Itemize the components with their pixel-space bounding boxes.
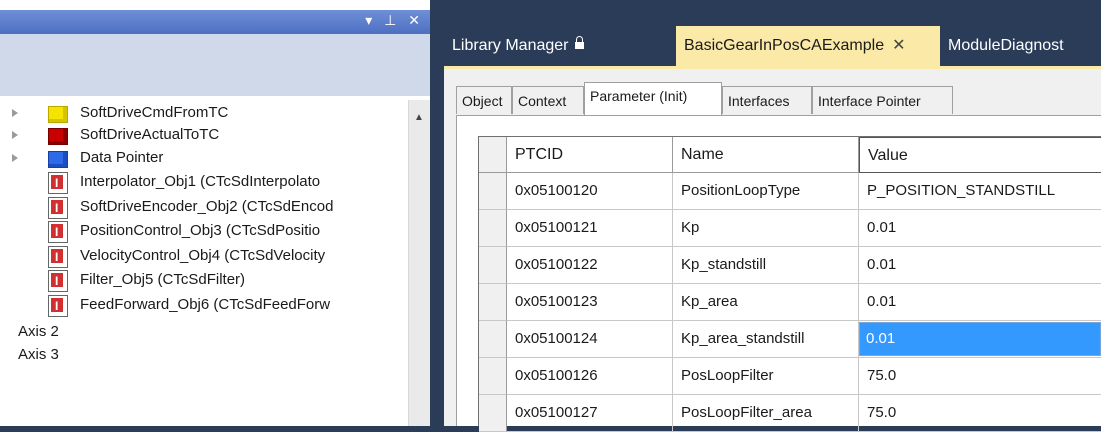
tree-item-label: Axis 2 bbox=[18, 323, 59, 340]
cell-value[interactable]: 0.01 bbox=[859, 247, 1101, 284]
tree-scrollbar[interactable] bbox=[408, 100, 430, 426]
tab-parameter-init[interactable]: Parameter (Init) bbox=[584, 82, 722, 115]
tab-label: BasicGearInPosCAExample bbox=[684, 37, 885, 54]
tab-label: Library Manager bbox=[452, 37, 569, 54]
cell-name: Kp bbox=[673, 210, 859, 247]
row-header[interactable] bbox=[479, 321, 507, 358]
tcom-object-icon bbox=[48, 246, 68, 268]
cell-ptcid: 0x05100122 bbox=[507, 247, 673, 284]
panel-title-bar: ▾ ⊥ ✕ bbox=[0, 10, 430, 34]
parameter-grid: PTCID Name Value 0x05100120 PositionLoop… bbox=[478, 136, 1101, 432]
expand-arrow-icon[interactable] bbox=[12, 131, 18, 139]
tree-item-label: Data Pointer bbox=[80, 149, 164, 166]
tree-item-label: FeedForward_Obj6 (CTcSdFeedForw bbox=[80, 296, 331, 313]
tcom-object-icon bbox=[48, 221, 68, 243]
tree-item-label: VelocityControl_Obj4 (CTcSdVelocity bbox=[80, 247, 326, 264]
tree-item-label: SoftDriveActualToTC bbox=[80, 126, 220, 143]
cell-name: Kp_area bbox=[673, 284, 859, 321]
cell-name: Kp_area_standstill bbox=[673, 321, 859, 358]
grid-corner bbox=[479, 137, 507, 173]
cell-ptcid: 0x05100127 bbox=[507, 395, 673, 432]
tree-item-label: Interpolator_Obj1 (CTcSdInterpolato bbox=[80, 173, 321, 190]
cell-value[interactable]: 0.01 bbox=[859, 284, 1101, 321]
expand-arrow-icon[interactable] bbox=[12, 154, 18, 162]
tab-context[interactable]: Context bbox=[512, 86, 584, 114]
cell-ptcid: 0x05100123 bbox=[507, 284, 673, 321]
tab-interface-pointer[interactable]: Interface Pointer bbox=[812, 86, 953, 114]
tab-interfaces[interactable]: Interfaces bbox=[722, 86, 812, 114]
tree-item-label: Axis 3 bbox=[18, 346, 59, 363]
expand-arrow-icon[interactable] bbox=[12, 109, 18, 117]
row-header[interactable] bbox=[479, 358, 507, 395]
panel-window-buttons[interactable]: ▾ ⊥ ✕ bbox=[365, 12, 424, 29]
tcom-object-icon bbox=[48, 197, 68, 219]
row-header[interactable] bbox=[479, 247, 507, 284]
yellow-box-icon bbox=[48, 106, 68, 123]
tcom-object-icon bbox=[48, 172, 68, 194]
panel-splitter[interactable] bbox=[430, 0, 444, 426]
document-tab-strip: Library Manager BasicGearInPosCAExample ✕… bbox=[444, 26, 1101, 66]
row-header[interactable] bbox=[479, 395, 507, 432]
cell-ptcid: 0x05100126 bbox=[507, 358, 673, 395]
cell-name: PositionLoopType bbox=[673, 173, 859, 210]
tab-modulediagnost[interactable]: ModuleDiagnost bbox=[940, 26, 1101, 66]
column-header-name[interactable]: Name bbox=[673, 137, 859, 173]
cell-ptcid: 0x05100120 bbox=[507, 173, 673, 210]
column-header-ptcid[interactable]: PTCID bbox=[507, 137, 673, 173]
tree-item-label: PositionControl_Obj3 (CTcSdPositio bbox=[80, 222, 321, 239]
lock-icon bbox=[574, 36, 584, 49]
tree-item-label: Filter_Obj5 (CTcSdFilter) bbox=[80, 271, 246, 288]
panel-toolbar bbox=[0, 34, 430, 96]
cell-value[interactable]: 0.01 bbox=[859, 210, 1101, 247]
cell-name: Kp_standstill bbox=[673, 247, 859, 284]
tcom-object-icon bbox=[48, 295, 68, 317]
tab-library-manager[interactable]: Library Manager bbox=[444, 26, 676, 66]
cell-name: PosLoopFilter_area bbox=[673, 395, 859, 432]
cell-ptcid: 0x05100121 bbox=[507, 210, 673, 247]
cell-value[interactable]: 75.0 bbox=[859, 358, 1101, 395]
cell-name: PosLoopFilter bbox=[673, 358, 859, 395]
tcom-object-icon bbox=[48, 270, 68, 292]
value-edit-input[interactable] bbox=[859, 321, 1101, 356]
red-box-icon bbox=[48, 128, 68, 145]
tree-item-label: SoftDriveCmdFromTC bbox=[80, 104, 229, 121]
solution-tree: SoftDriveCmdFromTC SoftDriveActualToTC D… bbox=[0, 100, 408, 426]
tree-item-label: SoftDriveEncoder_Obj2 (CTcSdEncod bbox=[80, 198, 334, 215]
row-header[interactable] bbox=[479, 173, 507, 210]
tab-object[interactable]: Object bbox=[456, 86, 512, 114]
tab-label: ModuleDiagnost bbox=[948, 37, 1064, 54]
close-icon[interactable]: ✕ bbox=[892, 37, 905, 54]
scroll-up-arrow-icon[interactable]: ▲ bbox=[408, 110, 430, 126]
row-header[interactable] bbox=[479, 210, 507, 247]
cell-value-editor[interactable] bbox=[859, 321, 1101, 358]
object-tabs: Object Context Parameter (Init) Interfac… bbox=[456, 82, 1101, 116]
cell-ptcid: 0x05100124 bbox=[507, 321, 673, 358]
column-header-value[interactable]: Value bbox=[859, 137, 1101, 173]
row-header[interactable] bbox=[479, 284, 507, 321]
blue-box-icon bbox=[48, 151, 68, 168]
cell-value[interactable]: 75.0 bbox=[859, 395, 1101, 432]
tab-basicgearinposcaexample[interactable]: BasicGearInPosCAExample ✕ bbox=[676, 26, 940, 66]
cell-value[interactable]: P_POSITION_STANDSTILL bbox=[859, 173, 1101, 210]
